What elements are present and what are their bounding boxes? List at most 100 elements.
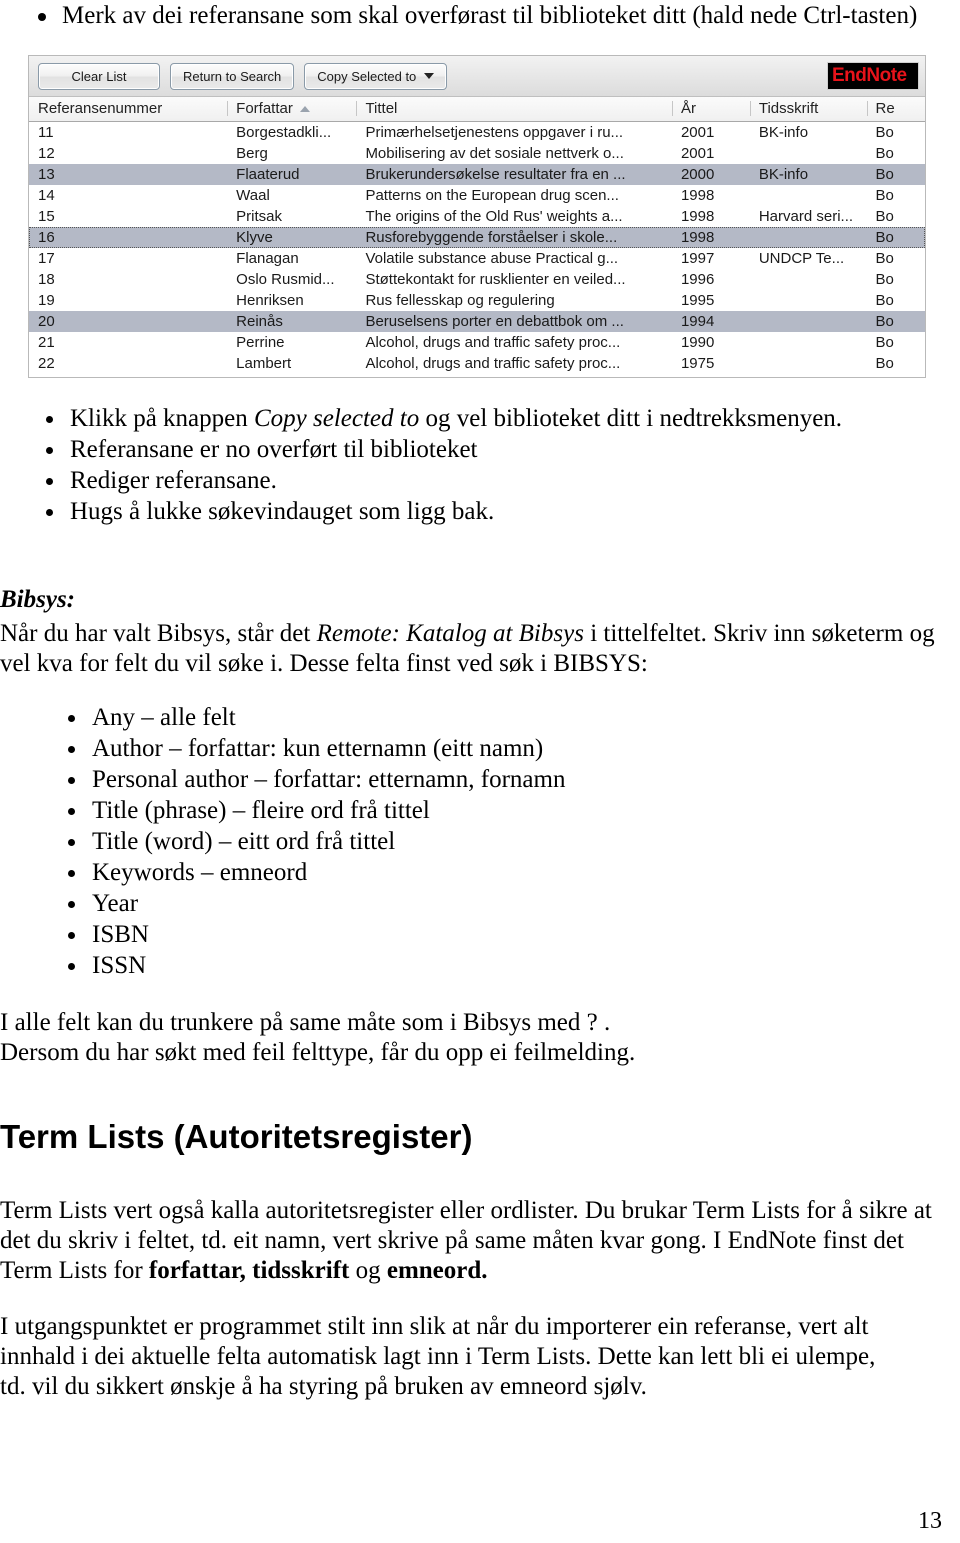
endnote-logo: EndNote bbox=[827, 62, 919, 90]
table-row[interactable]: 18 Oslo Rusmid... Støttekontakt for ruskli… bbox=[29, 269, 925, 290]
cell-referansenummer: 14 bbox=[38, 187, 55, 204]
cell-referansetype: Bo bbox=[875, 250, 894, 267]
bibsys-field-item: Title (word) – eitt ord frå tittel bbox=[50, 826, 870, 857]
column-header-referansenummer[interactable]: Referansenummer bbox=[29, 97, 227, 121]
cell-referansenummer: 15 bbox=[38, 208, 55, 225]
column-header-ar[interactable]: År bbox=[671, 97, 750, 121]
column-header-tittel[interactable]: Tittel bbox=[356, 97, 672, 121]
cell-tittel: The origins of the Old Rus' weights a... bbox=[365, 208, 623, 225]
clear-list-label: Clear List bbox=[71, 68, 127, 84]
step-text-prefix: Klikk på knappen bbox=[70, 405, 254, 432]
cell-tidsskrift bbox=[750, 269, 867, 290]
cell-ar: 2001 bbox=[680, 145, 715, 162]
bibsys-field-item: Author – forfattar: kun etternamn (eitt … bbox=[50, 733, 870, 764]
return-to-search-button[interactable]: Return to Search bbox=[170, 62, 295, 90]
clear-list-button[interactable]: Clear List bbox=[38, 62, 160, 90]
cell-tittel: Rus fellesskap og regulering bbox=[365, 292, 555, 309]
table-row[interactable]: 22 Lambert Alcohol, drugs and traffic safe… bbox=[29, 353, 925, 374]
return-to-search-label: Return to Search bbox=[183, 68, 282, 84]
page-number: 13 bbox=[918, 1508, 942, 1534]
column-header-forfattar[interactable]: Forfattar bbox=[227, 97, 356, 121]
cell-forfattar: Flaaterud bbox=[236, 166, 300, 183]
cell-tittel: Volatile substance abuse Practical g... bbox=[365, 250, 619, 267]
cell-referansenummer: 19 bbox=[38, 292, 55, 309]
column-header-referansetype[interactable]: Re bbox=[866, 97, 925, 121]
cell-tidsskrift bbox=[750, 227, 867, 248]
bibsys-section: Bibsys: Når du har valt Bibsys, står det… bbox=[0, 585, 952, 679]
step-text-prefix: Rediger referansane. bbox=[70, 467, 277, 494]
term-lists-p1-bold1: forfattar, tidsskrift bbox=[148, 1257, 350, 1284]
results-table-header: Referansenummer Forfattar Tittel År Tids… bbox=[29, 97, 925, 122]
top-instruction-bullet: Merk av dei referansane som skal overfør… bbox=[0, 0, 960, 32]
cell-forfattar: Berg bbox=[236, 145, 268, 162]
cell-ar: 2000 bbox=[680, 166, 715, 183]
sort-ascending-icon bbox=[299, 106, 310, 113]
step-text-prefix: Hugs å lukke søkevindauget som ligg bak. bbox=[70, 498, 495, 525]
cell-tidsskrift bbox=[750, 143, 867, 164]
cell-referansetype: Bo bbox=[875, 271, 894, 288]
table-row[interactable]: 21 Perrine Alcohol, drugs and traffic safe… bbox=[29, 332, 925, 353]
cell-tittel: Alcohol, drugs and traffic safety proc..… bbox=[365, 334, 621, 351]
cell-referansenummer: 16 bbox=[38, 229, 55, 246]
table-row[interactable]: 12 Berg Mobilisering av det sosiale nettve… bbox=[29, 143, 925, 164]
endnote-toolbar: Clear List Return to Search Copy Selecte… bbox=[29, 56, 925, 97]
cell-tittel: Patterns on the European drug scen... bbox=[365, 187, 619, 204]
cell-ar: 1998 bbox=[680, 208, 715, 225]
cell-referansenummer: 13 bbox=[38, 166, 55, 183]
table-row[interactable]: 13 Flaaterud Brukerundersøkelse resultater… bbox=[29, 164, 925, 185]
term-lists-p1-b: og bbox=[349, 1257, 387, 1284]
table-row[interactable]: 14 Waal Patterns on the European drug scen… bbox=[29, 185, 925, 206]
cell-tittel: Rusforebyggende forståelser i skole... bbox=[365, 229, 618, 246]
cell-referansenummer: 21 bbox=[38, 334, 55, 351]
table-row[interactable]: 11 Borgestadkli... Primærhelsetjenestens o… bbox=[29, 122, 925, 143]
cell-referansetype: Bo bbox=[875, 145, 894, 162]
cell-tidsskrift bbox=[750, 332, 867, 353]
document-page: Merk av dei referansane som skal overfør… bbox=[0, 0, 960, 1543]
bibsys-field-list: Any – alle felt Author – forfattar: kun e… bbox=[50, 702, 870, 981]
cell-tidsskrift: UNDCP Te... bbox=[758, 250, 845, 267]
table-row[interactable]: 15 Pritsak The origins of the Old Rus' wei… bbox=[29, 206, 925, 227]
cell-tidsskrift: BK-info bbox=[758, 166, 809, 183]
table-row[interactable]: 17 Flanagan Volatile substance abuse Pract… bbox=[29, 248, 925, 269]
endnote-screenshot: Clear List Return to Search Copy Selecte… bbox=[28, 55, 926, 378]
cell-forfattar: Henriksen bbox=[236, 292, 304, 309]
copy-selected-to-button[interactable]: Copy Selected to bbox=[304, 62, 448, 90]
column-header-tidsskrift[interactable]: Tidsskrift bbox=[749, 97, 867, 121]
table-row[interactable]: 19 Henriksen Rus fellesskap og regulering 1… bbox=[29, 290, 925, 311]
step-list-item: Referansane er no overført til bibliotek… bbox=[28, 434, 928, 465]
term-lists-p1-bold2: emneord. bbox=[386, 1257, 488, 1284]
step-list-item: Rediger referansane. bbox=[28, 465, 928, 496]
cell-referansetype: Bo bbox=[875, 208, 894, 225]
column-header-label: Tidsskrift bbox=[758, 100, 819, 117]
cell-ar: 1975 bbox=[680, 355, 715, 372]
cell-referansetype: Bo bbox=[875, 292, 894, 309]
table-row[interactable]: 20 Reinås Beruselsens porter en debattbok … bbox=[29, 311, 925, 332]
bibsys-field-item: Year bbox=[50, 888, 870, 919]
cell-ar: 1990 bbox=[680, 334, 715, 351]
cell-tittel: Primærhelsetjenestens oppgaver i ru... bbox=[365, 124, 624, 141]
cell-tittel: Beruselsens porter en debattbok om ... bbox=[365, 313, 624, 330]
cell-referansetype: Bo bbox=[875, 124, 894, 141]
bibsys-field-item: Title (phrase) – fleire ord frå tittel bbox=[50, 795, 870, 826]
bibsys-field-item: ISBN bbox=[50, 919, 870, 950]
bibsys-field-item: Keywords – emneord bbox=[50, 857, 870, 888]
results-table-body: 11 Borgestadkli... Primærhelsetjenestens o… bbox=[29, 122, 925, 374]
step-text-italic: Copy selected to bbox=[253, 405, 420, 432]
cell-tittel: Mobilisering av det sosiale nettverk o..… bbox=[365, 145, 624, 162]
term-lists-paragraph-1: Term Lists vert også kalla autoritetsreg… bbox=[0, 1196, 952, 1286]
cell-forfattar: Klyve bbox=[236, 229, 273, 246]
cell-referansetype: Bo bbox=[875, 334, 894, 351]
cell-forfattar: Waal bbox=[236, 187, 270, 204]
column-header-label: Forfattar bbox=[236, 100, 293, 117]
cell-forfattar: Pritsak bbox=[236, 208, 282, 225]
cell-forfattar: Borgestadkli... bbox=[236, 124, 332, 141]
cell-tidsskrift: Harvard seri... bbox=[758, 208, 854, 225]
cell-ar: 1996 bbox=[680, 271, 715, 288]
cell-referansenummer: 18 bbox=[38, 271, 55, 288]
cell-forfattar: Lambert bbox=[236, 355, 292, 372]
table-row[interactable]: 16 Klyve Rusforebyggende forståelser i sko… bbox=[29, 227, 925, 248]
step-text-prefix: Referansane er no overført til bibliotek… bbox=[70, 436, 478, 463]
top-instruction-text: Merk av dei referansane som skal overfør… bbox=[62, 2, 918, 29]
column-header-label: Referansenummer bbox=[38, 100, 163, 117]
step-text-suffix: og vel biblioteket ditt i nedtrekksmenye… bbox=[419, 405, 843, 432]
